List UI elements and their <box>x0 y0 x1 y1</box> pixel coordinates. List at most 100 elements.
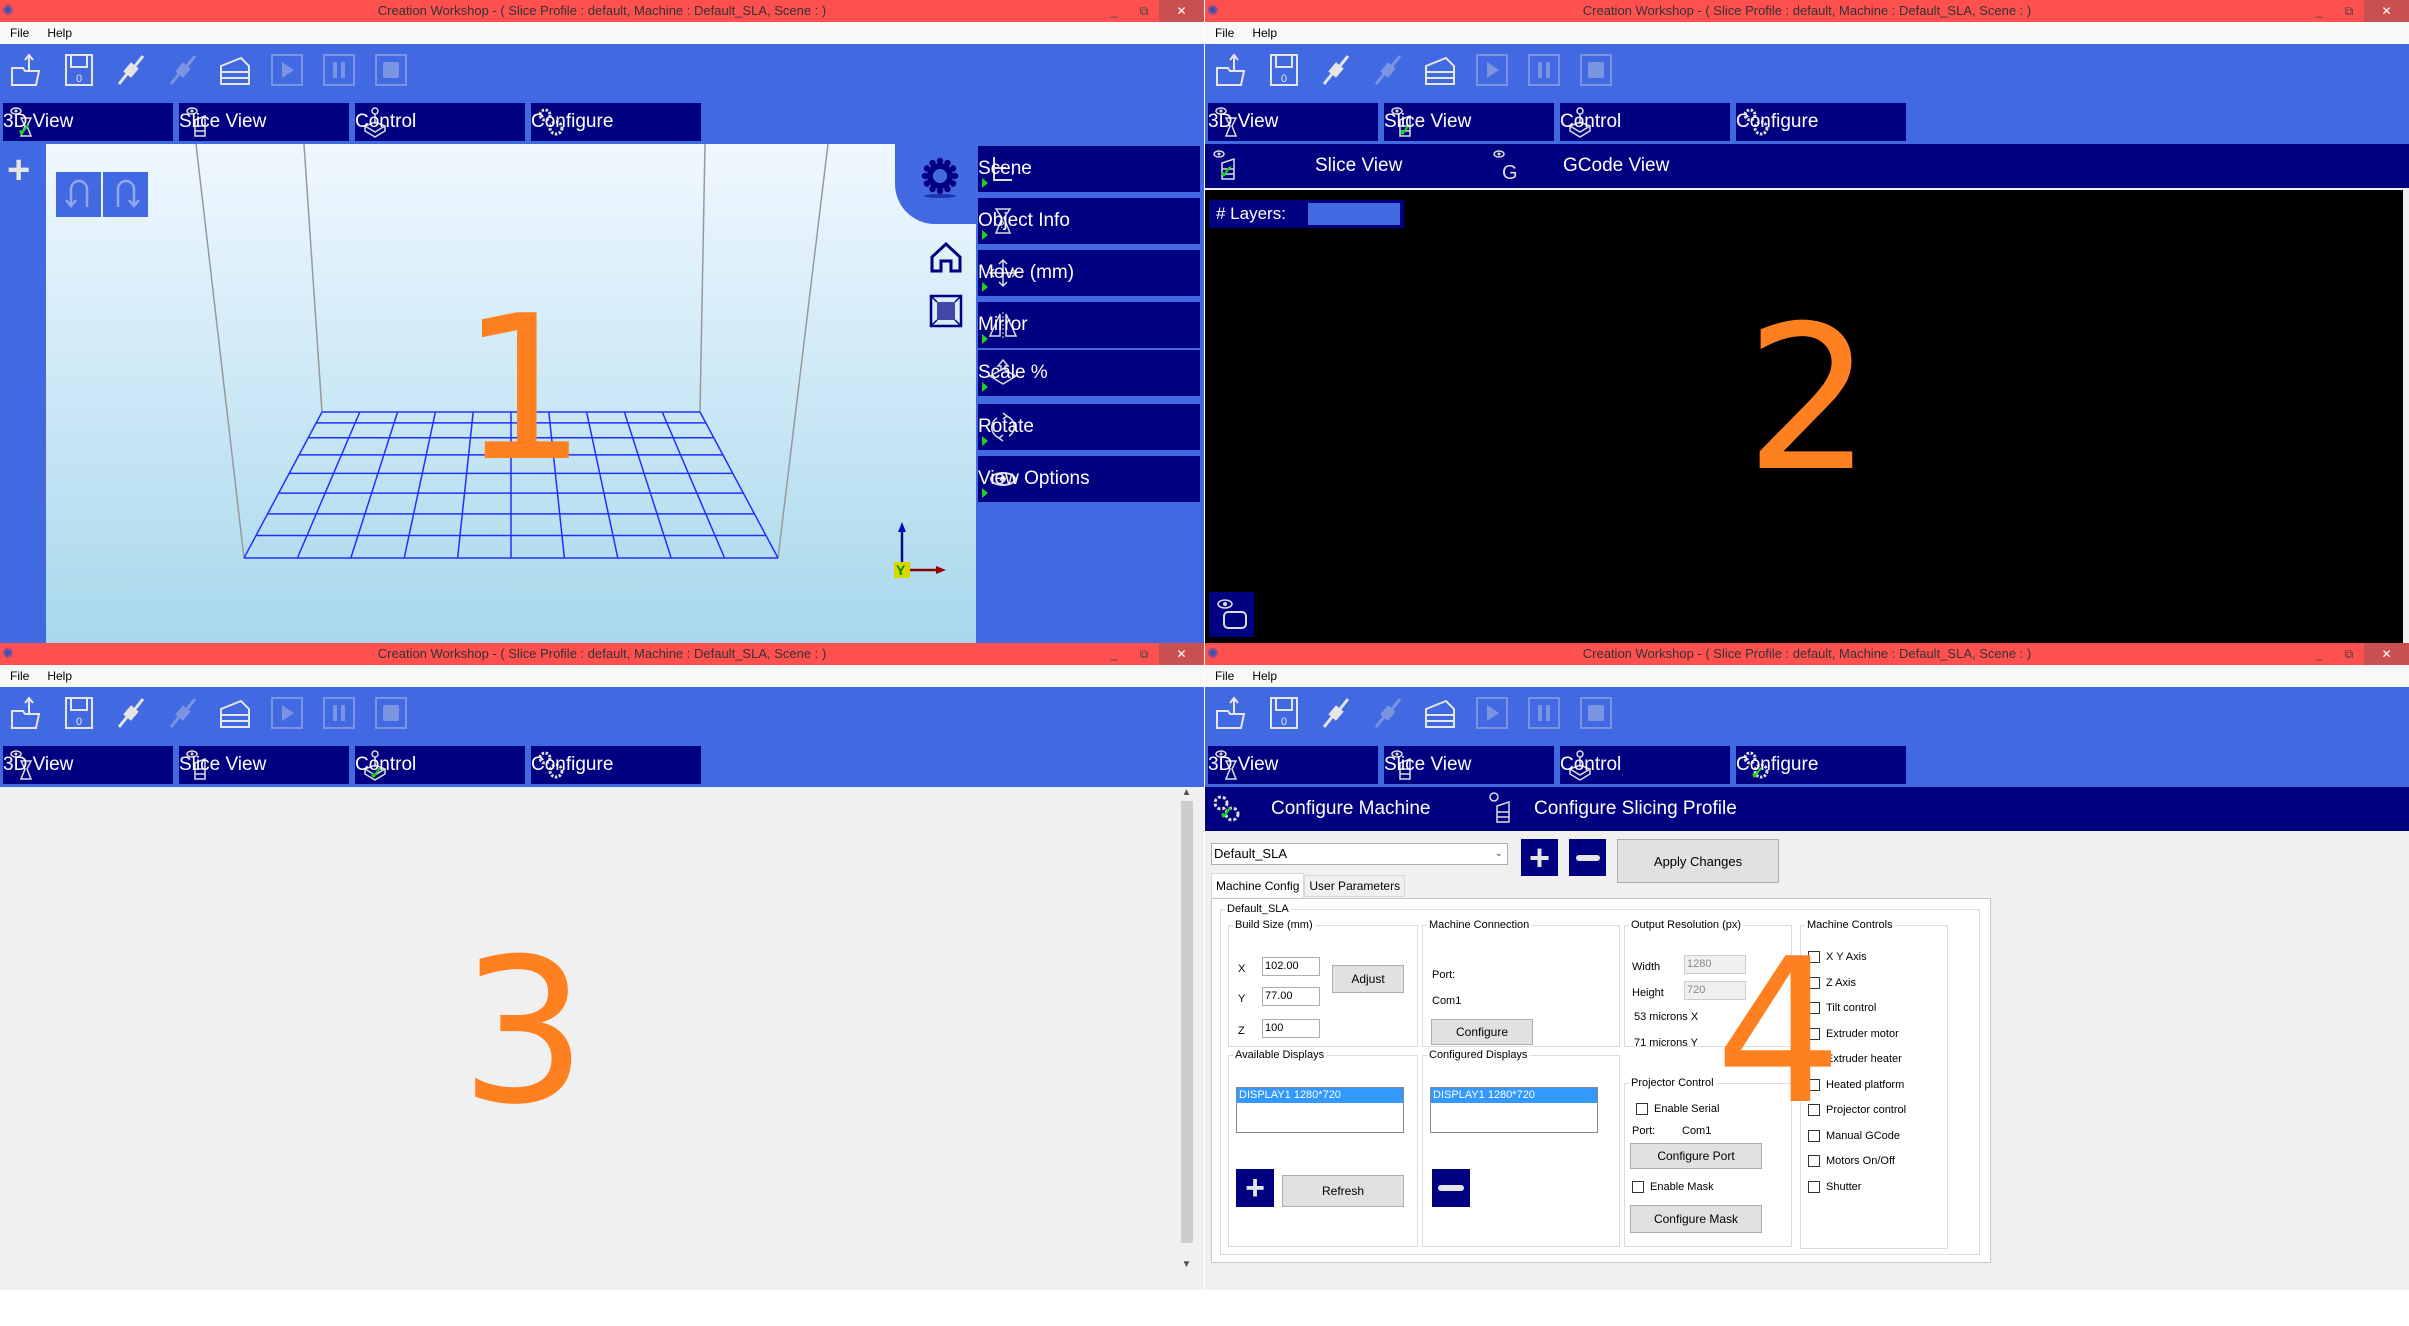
tab-configure[interactable]: Configure <box>531 746 701 784</box>
enable-mask-checkbox[interactable]: Enable Mask <box>1632 1181 1714 1193</box>
tab-machine-config[interactable]: Machine Config <box>1211 873 1305 897</box>
scroll-up-icon[interactable]: ▲ <box>1179 787 1194 798</box>
menu-move-mm[interactable]: Move (mm) <box>978 250 1200 296</box>
play-button[interactable] <box>268 696 306 734</box>
tab-slice-view[interactable]: Slice View <box>179 103 349 141</box>
build-y-input[interactable]: 77.00 <box>1262 987 1320 1006</box>
menu-file[interactable]: File <box>1215 22 1234 44</box>
menu-help[interactable]: Help <box>47 665 72 687</box>
menu-object-info[interactable]: ? Object Info <box>978 198 1200 244</box>
enable-serial-checkbox[interactable]: Enable Serial <box>1636 1103 1719 1115</box>
add-display-button[interactable]: + <box>1236 1169 1274 1207</box>
close-button[interactable]: ✕ <box>2364 0 2409 22</box>
connect-button[interactable] <box>1317 696 1355 734</box>
scroll-down-icon[interactable]: ▼ <box>1179 1259 1194 1270</box>
disconnect-button[interactable] <box>1369 53 1407 91</box>
save-button[interactable]: 0 <box>1265 696 1303 734</box>
minimize-button[interactable]: _ <box>1099 643 1129 665</box>
connect-button[interactable] <box>1317 53 1355 91</box>
menu-scene[interactable]: Scene <box>978 146 1200 192</box>
tab-configure[interactable]: Configure <box>1736 103 1906 141</box>
stop-button[interactable] <box>372 53 410 91</box>
remove-machine-button[interactable] <box>1569 839 1606 876</box>
scroll-thumb[interactable] <box>1181 801 1193 1243</box>
play-button[interactable] <box>1473 696 1511 734</box>
menu-file[interactable]: File <box>10 22 29 44</box>
slice-button[interactable] <box>1421 53 1459 91</box>
close-button[interactable]: ✕ <box>2364 643 2409 665</box>
tab-user-parameters[interactable]: User Parameters <box>1304 875 1406 897</box>
tab-slice-view[interactable]: Slice View <box>179 746 349 784</box>
connect-button[interactable] <box>112 53 150 91</box>
save-button[interactable]: 0 <box>60 53 98 91</box>
menu-help[interactable]: Help <box>1252 22 1277 44</box>
pause-button[interactable] <box>320 696 358 734</box>
adjust-button[interactable]: Adjust <box>1332 965 1404 993</box>
tab-configure[interactable]: Configure <box>531 103 701 141</box>
tab-3d-view[interactable]: 3D View <box>1208 746 1378 784</box>
menu-mirror[interactable]: Mirror <box>978 302 1200 348</box>
close-button[interactable]: ✕ <box>1159 0 1204 22</box>
pause-button[interactable] <box>1525 696 1563 734</box>
disconnect-button[interactable] <box>1369 696 1407 734</box>
open-file-button[interactable] <box>8 52 46 91</box>
slice-button[interactable] <box>216 53 254 91</box>
menu-scale[interactable]: Scale % <box>978 350 1200 396</box>
subtab-gcode-view[interactable]: G GCode View <box>1485 144 1669 188</box>
checkbox-box[interactable] <box>1808 1180 1820 1193</box>
top-view-button[interactable] <box>927 292 965 330</box>
slice-button[interactable] <box>216 696 254 734</box>
build-x-input[interactable]: 102.00 <box>1262 957 1320 976</box>
stop-button[interactable] <box>1577 53 1615 91</box>
apply-changes-button[interactable]: Apply Changes <box>1617 839 1779 883</box>
menu-rotate[interactable]: Rotate <box>978 404 1200 450</box>
tab-control[interactable]: ✓ Control <box>355 746 525 784</box>
minimize-button[interactable]: _ <box>2304 0 2334 22</box>
machine-select[interactable]: Default_SLA ⌄ <box>1211 843 1508 865</box>
checkbox-shutter[interactable]: Shutter <box>1808 1180 1861 1193</box>
tab-control[interactable]: Control <box>355 103 525 141</box>
add-object-icon[interactable]: + <box>7 150 30 190</box>
save-button[interactable]: 0 <box>60 696 98 734</box>
stop-button[interactable] <box>372 696 410 734</box>
pause-button[interactable] <box>320 53 358 91</box>
tab-configure[interactable]: ✓ Configure <box>1736 746 1906 784</box>
display-item[interactable]: DISPLAY1 1280*720 <box>1237 1088 1403 1103</box>
slice-button[interactable] <box>1421 696 1459 734</box>
maximize-button[interactable]: ⧉ <box>2334 643 2364 665</box>
open-file-button[interactable] <box>1213 52 1251 91</box>
layers-input[interactable] <box>1308 203 1400 225</box>
tab-3d-view[interactable]: ✓ 3D View <box>3 103 173 141</box>
build-z-input[interactable]: 100 <box>1262 1019 1320 1038</box>
menu-file[interactable]: File <box>10 665 29 687</box>
home-view-button[interactable] <box>927 238 965 276</box>
stop-button[interactable] <box>1577 696 1615 734</box>
checkbox-box[interactable] <box>1808 1155 1820 1167</box>
maximize-button[interactable]: ⧉ <box>1129 0 1159 22</box>
menu-file[interactable]: File <box>1215 665 1234 687</box>
subtab-configure-slicing-profile[interactable]: Configure Slicing Profile <box>1480 787 1737 831</box>
configure-mask-button[interactable]: Configure Mask <box>1630 1205 1762 1233</box>
menu-help[interactable]: Help <box>47 22 72 44</box>
pause-button[interactable] <box>1525 53 1563 91</box>
view-options-button[interactable] <box>1209 592 1254 637</box>
open-file-button[interactable] <box>8 695 46 734</box>
minimize-button[interactable]: _ <box>1099 0 1129 22</box>
close-button[interactable]: ✕ <box>1159 643 1204 665</box>
tab-3d-view[interactable]: 3D View <box>3 746 173 784</box>
menu-help[interactable]: Help <box>1252 665 1277 687</box>
maximize-button[interactable]: ⧉ <box>1129 643 1159 665</box>
gear-icon[interactable] <box>915 154 965 204</box>
subtab-slice-view[interactable]: ✓ Slice View <box>1205 144 1485 188</box>
configured-displays-list[interactable]: DISPLAY1 1280*720 <box>1430 1087 1598 1133</box>
play-button[interactable] <box>268 53 306 91</box>
remove-display-button[interactable] <box>1432 1169 1470 1207</box>
subtab-configure-machine[interactable]: ✓ Configure Machine <box>1205 787 1480 831</box>
tab-slice-view[interactable]: Slice View <box>1384 746 1554 784</box>
minimize-button[interactable]: _ <box>2304 643 2334 665</box>
maximize-button[interactable]: ⧉ <box>2334 0 2364 22</box>
refresh-button[interactable]: Refresh <box>1282 1175 1404 1207</box>
tab-slice-view[interactable]: ✓ Slice View <box>1384 103 1554 141</box>
display-item[interactable]: DISPLAY1 1280*720 <box>1431 1088 1597 1103</box>
tab-control[interactable]: Control <box>1560 746 1730 784</box>
